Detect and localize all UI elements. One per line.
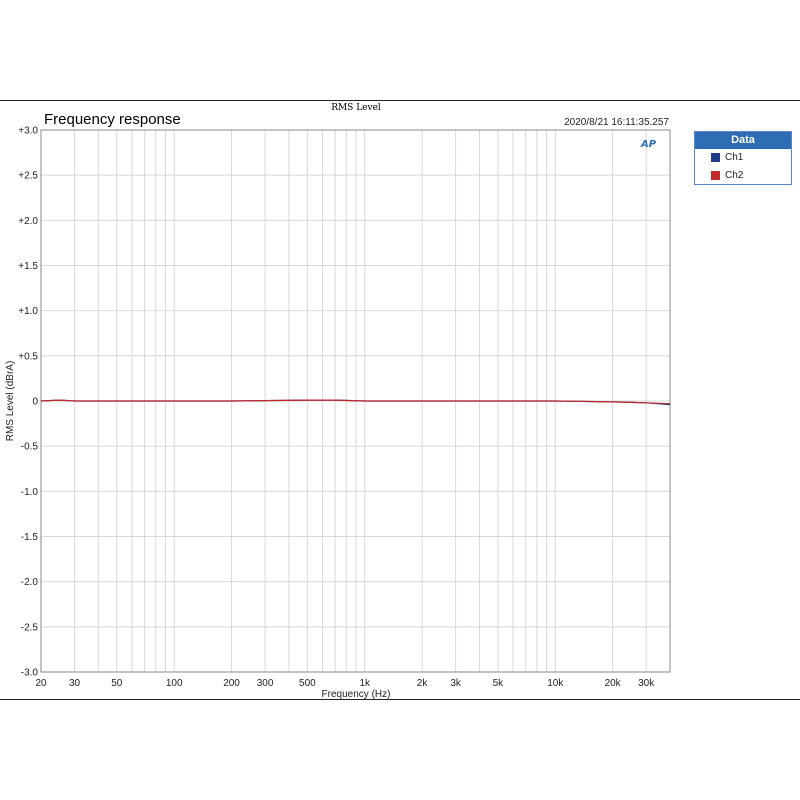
y-tick-label: -3.0 — [21, 668, 39, 679]
x-tick-label: 3k — [450, 678, 462, 689]
y-tick-label: +0.5 — [18, 351, 38, 362]
x-tick-label: 30k — [638, 678, 655, 689]
x-tick-label: 20 — [35, 678, 47, 689]
x-tick-label: 10k — [547, 678, 564, 689]
legend-swatch — [711, 171, 720, 180]
y-axis-label: RMS Level (dBrA) — [5, 361, 16, 442]
x-tick-label: 100 — [166, 678, 183, 689]
series-layer — [40, 399, 671, 406]
tick-labels: +3.0 +2.5 +2.0 +1.5 +1.0 +0.5 0 -0.5 -1.0 -1.5 -2.… — [18, 126, 655, 690]
chart-frame: RMS Level Frequency response 2020/8/21 1… — [0, 100, 800, 700]
y-tick-label: +1.0 — [18, 306, 38, 317]
y-tick-label: -2.0 — [21, 577, 39, 588]
legend-swatch — [711, 153, 720, 162]
x-tick-label: 2k — [417, 678, 429, 689]
legend-item-ch1[interactable]: Ch1 — [695, 149, 791, 167]
x-tick-label: 5k — [493, 678, 505, 689]
legend-panel: Data Ch1 Ch2 — [694, 131, 792, 185]
timestamp: 2020/8/21 16:11:35.257 — [564, 117, 669, 128]
y-tick-label: +3.0 — [18, 126, 38, 137]
x-tick-label: 50 — [111, 678, 123, 689]
legend-label: Ch2 — [725, 170, 744, 181]
y-tick-label: +1.5 — [18, 261, 38, 272]
legend-item-ch2[interactable]: Ch2 — [695, 167, 791, 185]
x-tick-label: 1k — [359, 678, 371, 689]
top-title: RMS Level — [331, 103, 381, 113]
frequency-response-chart: RMS Level Frequency response 2020/8/21 1… — [5, 103, 671, 700]
y-tick-label: -2.5 — [21, 622, 39, 633]
y-tick-label: 0 — [32, 397, 38, 408]
y-tick-label: +2.0 — [18, 216, 38, 227]
y-tick-label: -0.5 — [21, 442, 39, 453]
x-axis-label: Frequency (Hz) — [322, 689, 391, 700]
x-tick-label: 200 — [223, 678, 240, 689]
y-tick-label: +2.5 — [18, 171, 38, 182]
ap-logo: AP — [641, 139, 657, 150]
x-tick-label: 500 — [299, 678, 316, 689]
x-tick-label: 30 — [69, 678, 81, 689]
x-tick-label: 20k — [605, 678, 622, 689]
legend-label: Ch1 — [725, 152, 744, 163]
y-tick-label: -1.5 — [21, 532, 39, 543]
y-tick-label: -1.0 — [21, 487, 39, 498]
legend-title: Data — [695, 132, 791, 149]
x-tick-label: 300 — [257, 678, 274, 689]
chart-title: Frequency response — [44, 111, 181, 128]
